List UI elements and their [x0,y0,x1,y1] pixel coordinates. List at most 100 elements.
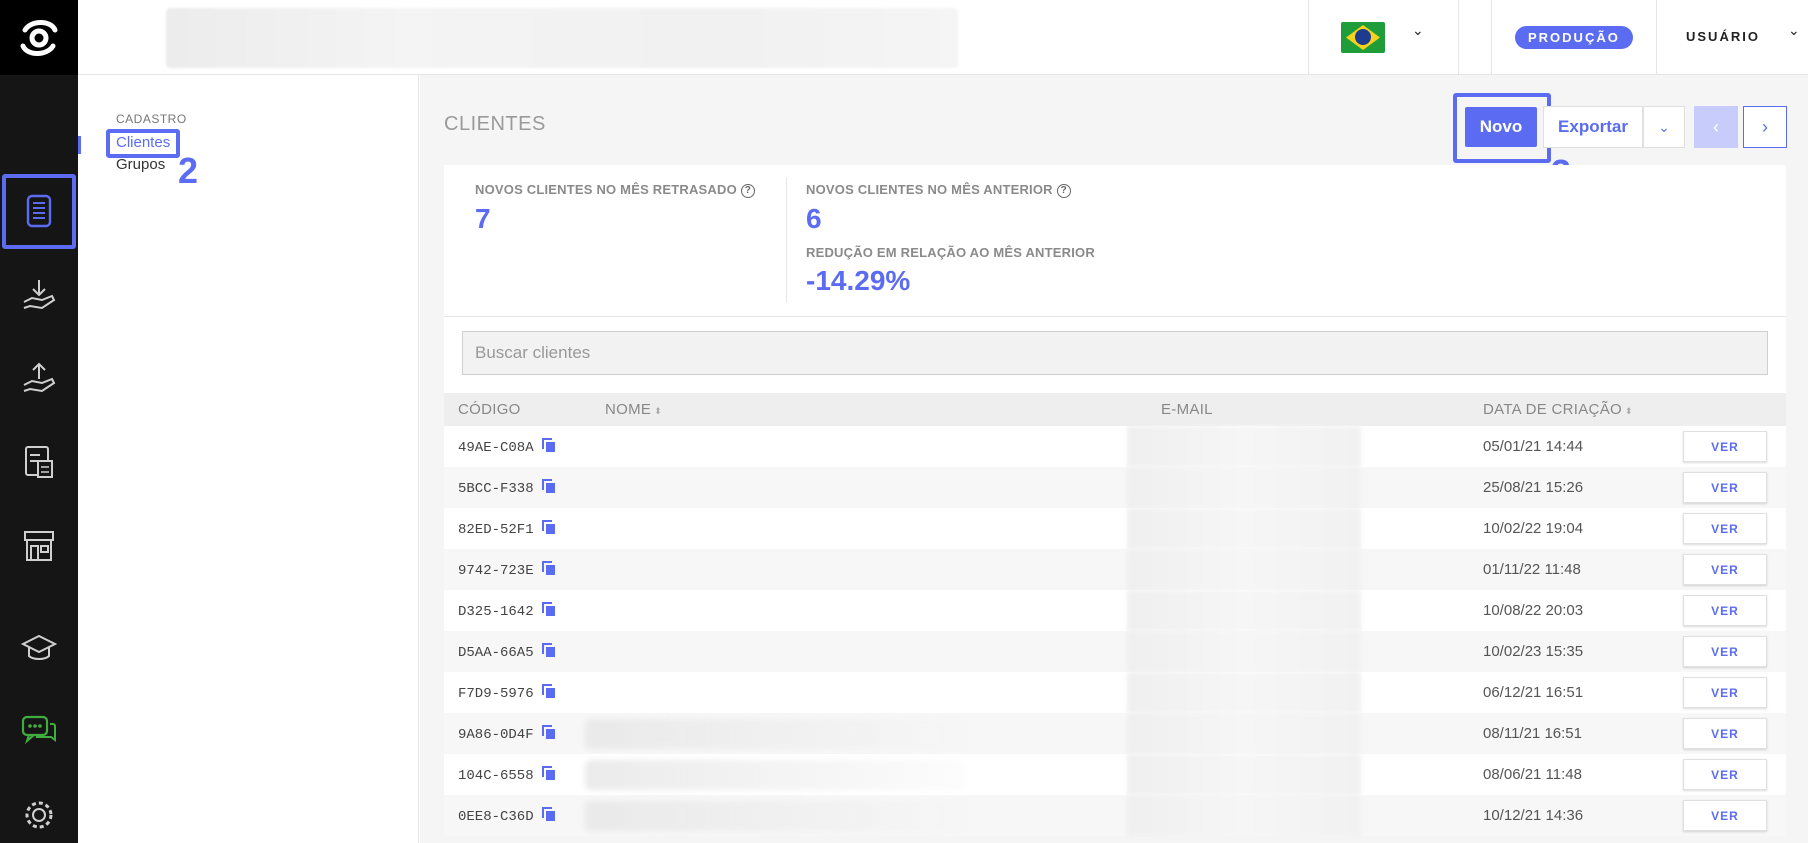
table-row: 82ED-52F1 10/02/22 19:04 VER [444,508,1786,549]
export-dropdown-button[interactable]: ⌄ [1643,106,1685,148]
created-date: 08/11/21 16:51 [1483,725,1582,742]
gear-icon[interactable] [0,780,78,843]
table-row: 9A86-0D4F 08/11/21 16:51 VER [444,713,1786,754]
stat-label-reducao: REDUÇÃO EM RELAÇÃO AO MÊS ANTERIOR [806,245,1095,260]
table-body: 49AE-C08A 05/01/21 14:44 VER 5BCC-F338 25/08… [444,426,1786,836]
view-client-button[interactable]: VER [1683,636,1767,667]
client-code: 5BCC-F338 [458,479,556,497]
copy-icon[interactable] [541,520,556,535]
graduation-cap-icon[interactable] [0,613,78,683]
column-header-code[interactable]: CÓDIGO [458,401,521,418]
brazil-flag-icon[interactable] [1341,22,1385,53]
table-row: 0EE8-C36D 10/12/21 14:36 VER [444,795,1786,836]
app-logo-icon[interactable] [0,0,78,75]
created-date: 05/01/21 14:44 [1483,438,1584,455]
store-icon[interactable] [0,510,78,580]
client-email-redacted [1127,754,1361,795]
client-email-redacted [1127,590,1361,631]
copy-icon[interactable] [541,766,556,781]
view-client-button[interactable]: VER [1683,513,1767,544]
client-email-redacted [1127,549,1361,590]
view-client-button[interactable]: VER [1683,800,1767,831]
created-date: 10/02/23 15:35 [1483,643,1584,660]
prev-page-button[interactable]: ‹ [1694,106,1738,148]
created-date: 08/06/21 11:48 [1483,766,1582,783]
table-row: F7D9-5976 06/12/21 16:51 VER [444,672,1786,713]
top-header: ⌄ PRODUÇÃO USUÁRIO ⌄ [78,0,1808,75]
stat-value-anterior: 6 [806,203,822,234]
global-search-bar[interactable] [166,8,958,68]
secondary-nav: CADASTRO Clientes Grupos 2 [78,75,419,843]
chat-support-icon[interactable] [0,696,78,766]
view-client-button[interactable]: VER [1683,431,1767,462]
copy-icon[interactable] [541,479,556,494]
export-button[interactable]: Exportar [1543,106,1643,148]
active-indicator [78,136,81,154]
created-date: 10/12/21 14:36 [1483,807,1584,824]
copy-icon[interactable] [541,602,556,617]
stat-value-reducao: -14.29% [806,265,911,296]
user-menu-label[interactable]: USUÁRIO [1686,29,1760,44]
client-code: 9A86-0D4F [458,725,556,743]
next-page-button[interactable]: › [1743,106,1787,148]
subnav-item-grupos[interactable]: Grupos [116,156,165,173]
client-code: 9742-723E [458,561,556,579]
client-email-redacted [1127,467,1361,508]
view-client-button[interactable]: VER [1683,554,1767,585]
environment-badge[interactable]: PRODUÇÃO [1515,26,1633,49]
stat-label-anterior: NOVOS CLIENTES NO MÊS ANTERIOR? [806,182,1071,198]
search-clients-input[interactable] [462,331,1768,375]
view-client-button[interactable]: VER [1683,759,1767,790]
copy-icon[interactable] [541,561,556,576]
view-client-button[interactable]: VER [1683,677,1767,708]
search-container [444,317,1786,393]
column-header-email[interactable]: E-MAIL [1161,401,1213,418]
header-divider [1308,0,1309,75]
copy-icon[interactable] [541,643,556,658]
header-divider [1491,0,1492,75]
client-code: F7D9-5976 [458,684,556,702]
copy-icon[interactable] [541,807,556,822]
stat-label-retrasado: NOVOS CLIENTES NO MÊS RETRASADO? [475,182,755,198]
view-client-button[interactable]: VER [1683,718,1767,749]
notebook-icon[interactable] [0,176,78,246]
copy-icon[interactable] [541,725,556,740]
annotation-number-2: 2 [178,150,199,191]
chevron-down-icon[interactable]: ⌄ [1788,22,1800,39]
subnav-item-clientes[interactable]: Clientes [116,134,170,151]
client-name-redacted [585,801,965,831]
created-date: 10/02/22 19:04 [1483,520,1584,537]
stats-panel: NOVOS CLIENTES NO MÊS RETRASADO? 7 NOVOS… [444,165,1786,317]
table-row: 49AE-C08A 05/01/21 14:44 VER [444,426,1786,467]
created-date: 01/11/22 11:48 [1483,561,1581,578]
copy-icon[interactable] [541,438,556,453]
view-client-button[interactable]: VER [1683,595,1767,626]
help-icon[interactable]: ? [1056,184,1071,198]
table-header: CÓDIGO NOME ⬍ E-MAIL DATA DE CRIAÇÃO ⬍ [444,393,1786,426]
client-code: 0EE8-C36D [458,807,556,825]
table-row: 5BCC-F338 25/08/21 15:26 VER [444,467,1786,508]
table-row: D5AA-66A5 10/02/23 15:35 VER [444,631,1786,672]
stats-divider [786,177,787,303]
main-sidebar [0,0,78,843]
main-content: CLIENTES Novo 3 Exportar ⌄ ‹ › NOVOS CLI… [420,75,1808,843]
sort-icon[interactable]: ⬍ [654,406,662,416]
calculator-doc-icon[interactable] [0,427,78,497]
hand-send-icon[interactable] [0,343,78,413]
created-date: 10/08/22 20:03 [1483,602,1584,619]
client-email-redacted [1127,795,1361,836]
header-divider [1656,0,1657,75]
chevron-down-icon[interactable]: ⌄ [1412,22,1424,39]
new-client-button[interactable]: Novo [1465,107,1537,147]
sort-icon[interactable]: ⬍ [1625,406,1633,416]
client-code: 49AE-C08A [458,438,556,456]
copy-icon[interactable] [541,684,556,699]
help-icon[interactable]: ? [740,184,755,198]
client-email-redacted [1127,426,1361,467]
column-header-name[interactable]: NOME ⬍ [605,401,662,418]
hand-receive-icon[interactable] [0,260,78,330]
clients-table: CÓDIGO NOME ⬍ E-MAIL DATA DE CRIAÇÃO ⬍ 49A… [444,393,1786,836]
view-client-button[interactable]: VER [1683,472,1767,503]
client-name-redacted [585,760,965,790]
column-header-created[interactable]: DATA DE CRIAÇÃO ⬍ [1483,401,1633,418]
